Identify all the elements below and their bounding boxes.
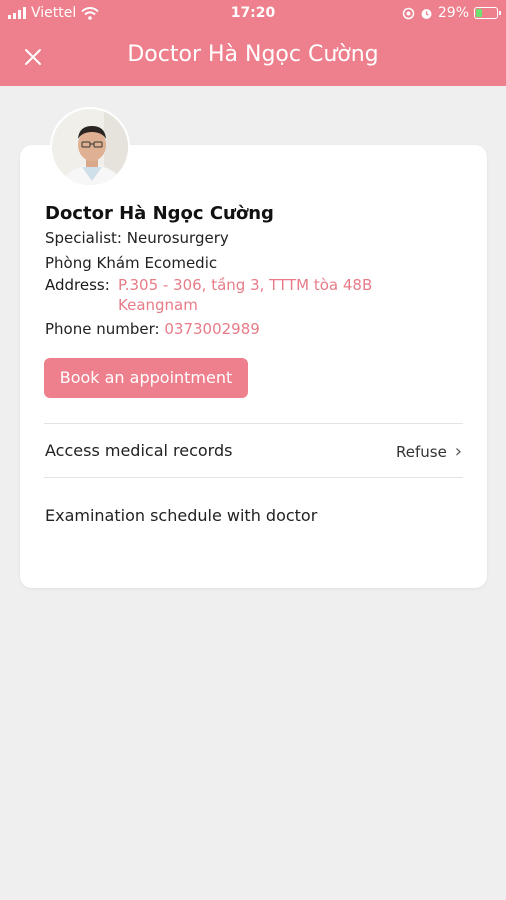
examination-schedule-row[interactable]: Examination schedule with doctor <box>45 506 317 525</box>
doctor-avatar <box>50 107 130 187</box>
medical-records-row[interactable]: Access medical records <box>45 441 232 460</box>
alarm-icon <box>421 8 432 19</box>
page-title: Doctor Hà Ngọc Cường <box>127 42 379 67</box>
status-bar: Viettel 17:20 29% <box>0 0 506 28</box>
address-line: Address: P.305 - 306, tầng 3, TTTM tòa 4… <box>45 276 418 315</box>
navigation-bar: Doctor Hà Ngọc Cường <box>0 30 506 84</box>
battery-icon <box>474 7 501 19</box>
doctor-card: Doctor Hà Ngọc Cường Specialist: Neurosu… <box>20 145 487 588</box>
chevron-right-icon: › <box>454 441 462 462</box>
specialist-value: Neurosurgery <box>126 229 229 247</box>
medical-records-value: Refuse <box>395 442 447 461</box>
close-icon[interactable] <box>23 47 43 67</box>
rotation-lock-icon <box>402 7 415 19</box>
address-label: Address: <box>45 276 110 294</box>
close-button[interactable] <box>18 42 48 72</box>
phone-line: Phone number: 0373002989 <box>45 320 260 338</box>
phone-link[interactable]: 0373002989 <box>164 320 259 338</box>
medical-records-status[interactable]: Refuse › <box>396 441 462 462</box>
phone-label: Phone number: <box>45 320 160 338</box>
specialist-line: Specialist: Neurosurgery <box>45 229 229 247</box>
doctor-name: Doctor Hà Ngọc Cường <box>45 203 274 224</box>
book-appointment-button[interactable]: Book an appointment <box>44 358 248 398</box>
divider <box>44 423 463 424</box>
clinic-name: Phòng Khám Ecomedic <box>45 254 218 272</box>
divider <box>44 477 463 478</box>
specialist-label: Specialist: <box>45 229 122 247</box>
address-value[interactable]: P.305 - 306, tầng 3, TTTM tòa 48B Keangn… <box>118 275 418 315</box>
battery-percent: 29% <box>437 5 469 21</box>
top-bar: Viettel 17:20 29% Doctor Hà Ngọc Cường <box>0 0 506 86</box>
status-right: 29% <box>402 5 501 21</box>
